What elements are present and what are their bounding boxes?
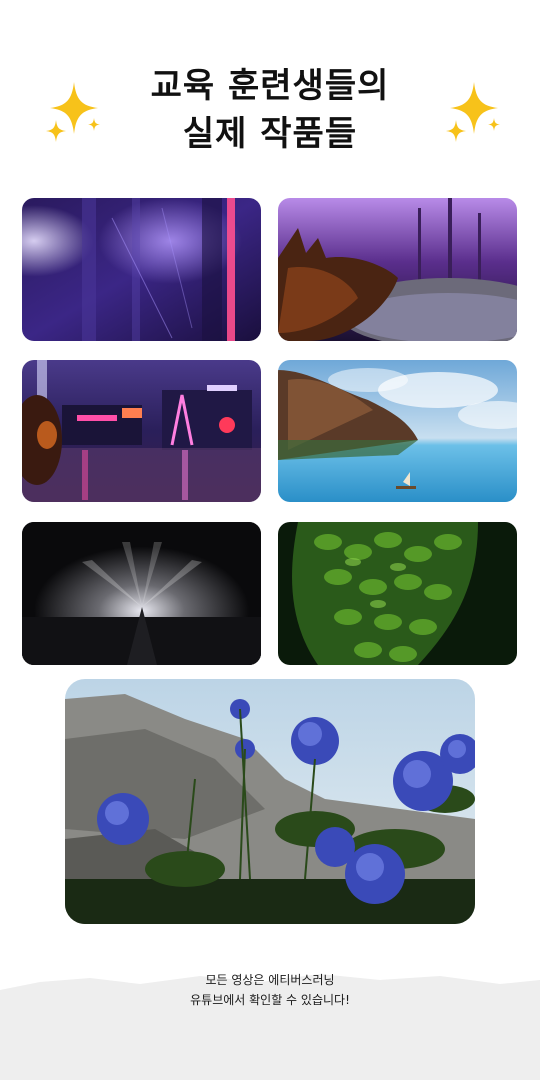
gallery-image-ivy-leaves[interactable] xyxy=(278,522,517,665)
footer-line-1: 모든 영상은 에티버스러닝 xyxy=(205,973,335,987)
footer-caption: 모든 영상은 에티버스러닝 유튜브에서 확인할 수 있습니다! xyxy=(0,970,540,1010)
footer-line-2: 유튜브에서 확인할 수 있습니다! xyxy=(190,993,350,1007)
sparkles-icon xyxy=(44,80,104,144)
gallery-image-fox-forest[interactable] xyxy=(278,198,517,341)
gallery-image-neon-corridor[interactable] xyxy=(22,198,261,341)
gallery-image-hydrangea[interactable] xyxy=(65,679,475,924)
sparkles-icon xyxy=(444,80,504,144)
gallery-image-neon-city[interactable] xyxy=(22,360,261,502)
gallery-image-light-beams[interactable] xyxy=(22,522,261,665)
gallery-image-shipwreck[interactable] xyxy=(278,360,517,502)
